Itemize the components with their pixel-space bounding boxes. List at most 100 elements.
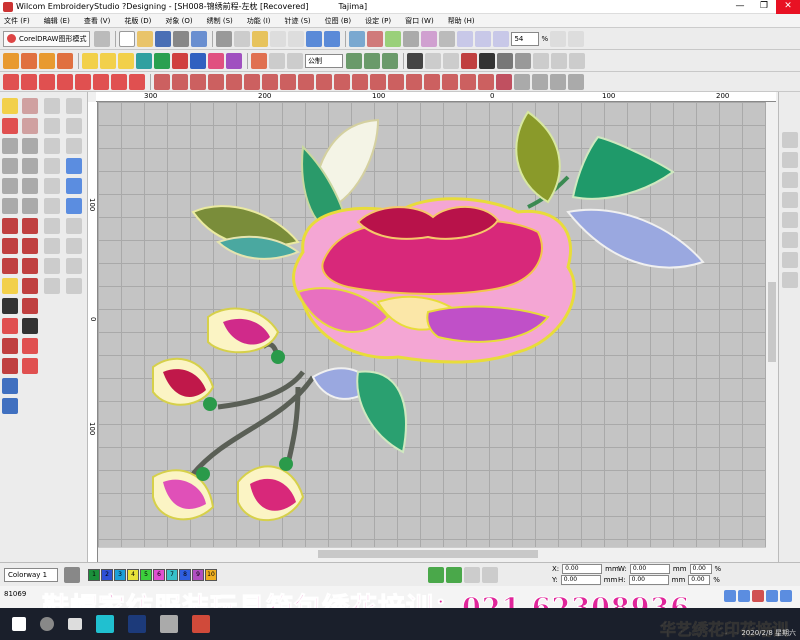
effect-5-icon[interactable] xyxy=(75,73,91,90)
digitize-14-icon[interactable] xyxy=(22,358,38,374)
arrange-5-icon[interactable] xyxy=(782,212,798,228)
select-tool-icon[interactable] xyxy=(2,98,18,114)
rect-shape-icon[interactable] xyxy=(66,198,82,214)
oval-shape-icon[interactable] xyxy=(66,178,82,194)
shape-8-icon[interactable] xyxy=(66,238,82,254)
triple-run-tool-icon[interactable] xyxy=(2,298,18,314)
edit-7-icon[interactable] xyxy=(44,218,60,234)
effect-16-icon[interactable] xyxy=(280,73,296,90)
effect-8-icon[interactable] xyxy=(129,73,145,90)
sort-tool-icon[interactable] xyxy=(2,378,18,394)
effect-11-icon[interactable] xyxy=(190,73,206,90)
density-tool-icon[interactable] xyxy=(2,358,18,374)
function-tool-icon[interactable] xyxy=(2,398,18,414)
settings-taskbar-icon[interactable] xyxy=(160,615,178,633)
hand-icon[interactable] xyxy=(94,30,111,47)
windows-start-icon[interactable] xyxy=(12,617,26,631)
zoom-in-icon[interactable] xyxy=(457,30,474,47)
3d-icon[interactable] xyxy=(496,73,512,90)
column-b-tool-icon[interactable] xyxy=(2,238,18,254)
cut-icon[interactable] xyxy=(216,30,233,47)
digitize-4-icon[interactable] xyxy=(22,158,38,174)
color-swatch[interactable]: 6 xyxy=(153,568,165,581)
status-icon-3[interactable] xyxy=(752,590,764,602)
tatami-icon[interactable] xyxy=(172,52,188,69)
effect-25-icon[interactable] xyxy=(442,73,458,90)
applique-icon[interactable] xyxy=(208,52,224,69)
copy-icon[interactable] xyxy=(234,30,251,47)
color-swatch[interactable]: 8 xyxy=(179,568,191,581)
lines-1-icon[interactable] xyxy=(533,52,549,69)
digitize-1-icon[interactable] xyxy=(22,98,38,114)
stitch-type-3-icon[interactable] xyxy=(39,52,55,69)
edit-5-icon[interactable] xyxy=(44,178,60,194)
remove-color-icon[interactable] xyxy=(446,566,462,583)
redo-icon[interactable] xyxy=(324,30,341,47)
edit-3-icon[interactable] xyxy=(44,138,60,154)
effect-27-icon[interactable] xyxy=(478,73,494,90)
print-icon[interactable] xyxy=(173,30,190,47)
measure-icon[interactable] xyxy=(515,52,531,69)
undo-icon[interactable] xyxy=(306,30,323,47)
lines-2-icon[interactable] xyxy=(551,52,567,69)
menu-window[interactable]: 窗口 (W) xyxy=(405,16,434,26)
text-a-icon[interactable] xyxy=(479,52,495,69)
digitize-11-icon[interactable] xyxy=(22,298,38,314)
color-swatch[interactable]: 2 xyxy=(101,568,113,581)
motif-icon[interactable] xyxy=(190,52,206,69)
pattern-1-icon[interactable] xyxy=(251,52,267,69)
menu-function[interactable]: 功能 (I) xyxy=(247,16,271,26)
stitch-tool-icon[interactable] xyxy=(2,338,18,354)
effect-9-icon[interactable] xyxy=(154,73,170,90)
digitize-7-icon[interactable] xyxy=(22,218,38,234)
menu-settings[interactable]: 设定 (P) xyxy=(365,16,391,26)
mirror-tool-icon[interactable] xyxy=(2,198,18,214)
digitize-5-icon[interactable] xyxy=(22,178,38,194)
effect-24-icon[interactable] xyxy=(424,73,440,90)
tie-off-icon[interactable] xyxy=(382,52,398,69)
stitch-type-2-icon[interactable] xyxy=(21,52,37,69)
pattern-3-icon[interactable] xyxy=(287,52,303,69)
arrange-2-icon[interactable] xyxy=(782,152,798,168)
horizontal-scrollbar[interactable] xyxy=(98,547,766,559)
arrange-8-icon[interactable] xyxy=(782,272,798,288)
effect-12-icon[interactable] xyxy=(208,73,224,90)
effect-1-icon[interactable] xyxy=(3,73,19,90)
status-icon-1[interactable] xyxy=(724,590,736,602)
stitch-player-icon[interactable] xyxy=(385,30,402,47)
menu-file[interactable]: 文件 (F) xyxy=(4,16,30,26)
cross-stitch-icon[interactable] xyxy=(226,52,242,69)
y-field[interactable]: 0.00 xyxy=(560,574,601,585)
pan-icon[interactable] xyxy=(568,30,585,47)
task-view-icon[interactable] xyxy=(68,618,82,630)
edit-color-icon[interactable] xyxy=(464,566,480,583)
effect-26-icon[interactable] xyxy=(460,73,476,90)
edit-2-icon[interactable] xyxy=(44,118,60,134)
reshape-tool-icon[interactable] xyxy=(2,138,18,154)
shape-3-icon[interactable] xyxy=(66,138,82,154)
menu-stitch[interactable]: 绣制 (S) xyxy=(207,16,233,26)
vertical-scrollbar[interactable] xyxy=(766,102,778,547)
arrange-1-icon[interactable] xyxy=(782,132,798,148)
corel-mode-button[interactable]: CorelDRAW图形模式 xyxy=(3,30,91,47)
digitize-12-icon[interactable] xyxy=(22,318,38,334)
digitize-6-icon[interactable] xyxy=(22,198,38,214)
cancel-tool-icon[interactable] xyxy=(2,318,18,334)
edit-9-icon[interactable] xyxy=(44,258,60,274)
show-stitches-icon[interactable] xyxy=(403,30,420,47)
color-palette-icon[interactable] xyxy=(64,566,80,583)
menu-design[interactable]: 花版 (D) xyxy=(124,16,151,26)
edit-1-icon[interactable] xyxy=(44,98,60,114)
paste-icon[interactable] xyxy=(252,30,269,47)
color-swatch[interactable]: 1 xyxy=(88,568,100,581)
pattern-2-icon[interactable] xyxy=(269,52,285,69)
design-canvas[interactable] xyxy=(98,102,766,547)
effect-6-icon[interactable] xyxy=(93,73,109,90)
embroidery-taskbar-icon[interactable] xyxy=(192,615,210,633)
effect-31-icon[interactable] xyxy=(568,73,584,90)
wilcom-taskbar-icon[interactable] xyxy=(96,615,114,633)
send-icon[interactable] xyxy=(367,30,384,47)
close-button[interactable]: ✕ xyxy=(776,0,800,14)
maximize-button[interactable]: ❐ xyxy=(752,0,776,14)
thread-chart-icon[interactable] xyxy=(482,566,498,583)
